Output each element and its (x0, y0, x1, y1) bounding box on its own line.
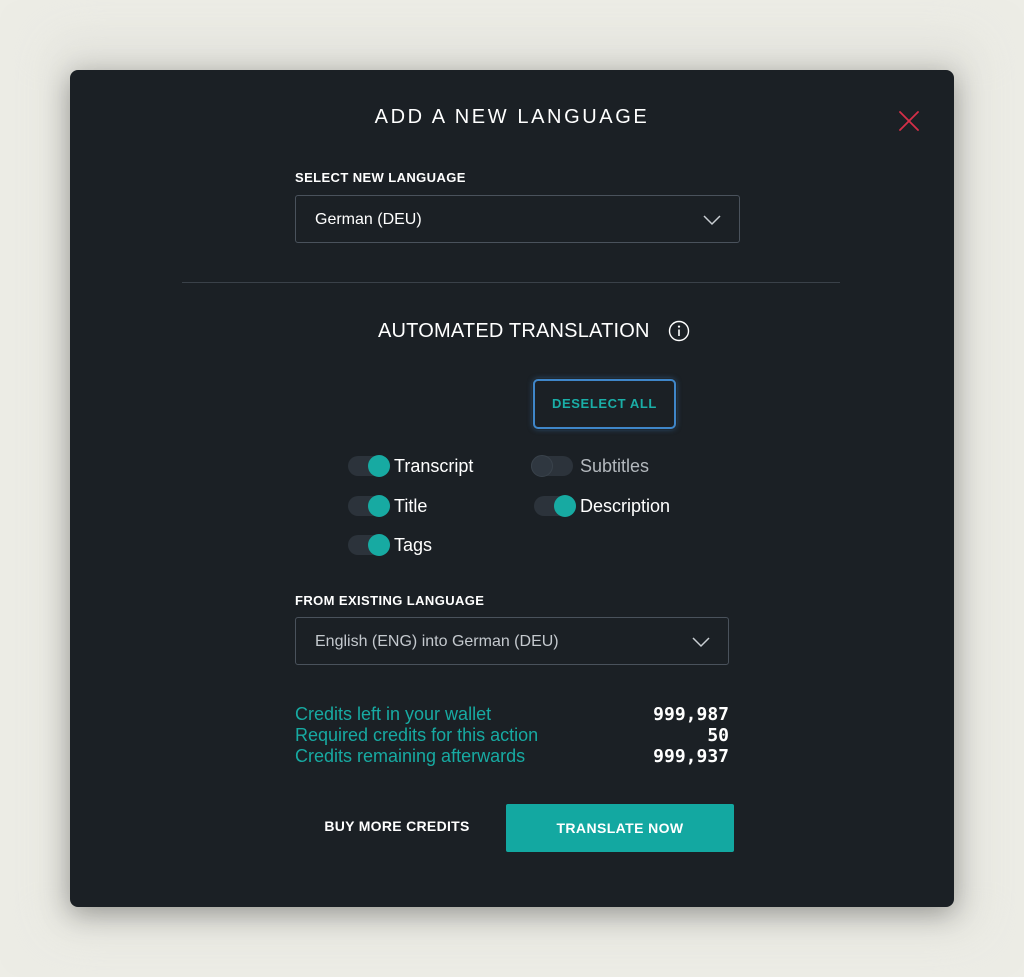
modal-title: ADD A NEW LANGUAGE (374, 106, 650, 128)
section-divider (182, 282, 840, 283)
select-language-label: SELECT NEW LANGUAGE (295, 170, 466, 185)
deselect-all-button[interactable]: DESELECT ALL (533, 379, 676, 429)
add-language-modal: ADD A NEW LANGUAGE SELECT NEW LANGUAGE G… (70, 70, 954, 907)
subtitles-toggle[interactable] (531, 455, 573, 477)
credits-row-wallet: Credits left in your wallet 999,987 (295, 704, 729, 725)
transcript-toggle[interactable] (348, 455, 390, 477)
from-language-value: English (ENG) into German (DEU) (315, 633, 559, 650)
credits-wallet-value: 999,987 (653, 704, 729, 725)
credits-summary: Credits left in your wallet 999,987 Requ… (295, 704, 729, 767)
from-language-label: FROM EXISTING LANGUAGE (295, 593, 485, 608)
credits-row-required: Required credits for this action 50 (295, 725, 729, 746)
credits-required-label: Required credits for this action (295, 725, 539, 745)
title-label: Title (394, 496, 428, 516)
tags-label: Tags (394, 535, 433, 555)
credits-remaining-value: 999,937 (653, 746, 729, 767)
translate-now-button[interactable]: TRANSLATE NOW (506, 804, 734, 852)
title-toggle[interactable] (348, 495, 390, 517)
description-toggle[interactable] (534, 495, 576, 517)
from-language-dropdown[interactable]: English (ENG) into German (DEU) (295, 617, 729, 665)
chevron-down-icon (703, 213, 721, 231)
select-language-dropdown[interactable]: German (DEU) (295, 195, 740, 243)
info-icon[interactable] (668, 320, 690, 342)
credits-wallet-label: Credits left in your wallet (295, 704, 492, 724)
automated-translation-title: AUTOMATED TRANSLATION (378, 320, 650, 342)
buy-more-credits-button[interactable]: BUY MORE CREDITS (316, 818, 478, 840)
description-label: Description (580, 496, 671, 516)
select-language-value: German (DEU) (315, 211, 422, 228)
chevron-down-icon (692, 635, 710, 653)
tags-toggle[interactable] (348, 534, 390, 556)
credits-required-value: 50 (707, 725, 729, 746)
subtitles-label: Subtitles (580, 456, 650, 476)
close-icon (896, 108, 922, 134)
transcript-label: Transcript (394, 456, 474, 476)
credits-row-remaining: Credits remaining afterwards 999,937 (295, 746, 729, 767)
credits-remaining-label: Credits remaining afterwards (295, 746, 526, 766)
close-button[interactable] (896, 108, 922, 134)
